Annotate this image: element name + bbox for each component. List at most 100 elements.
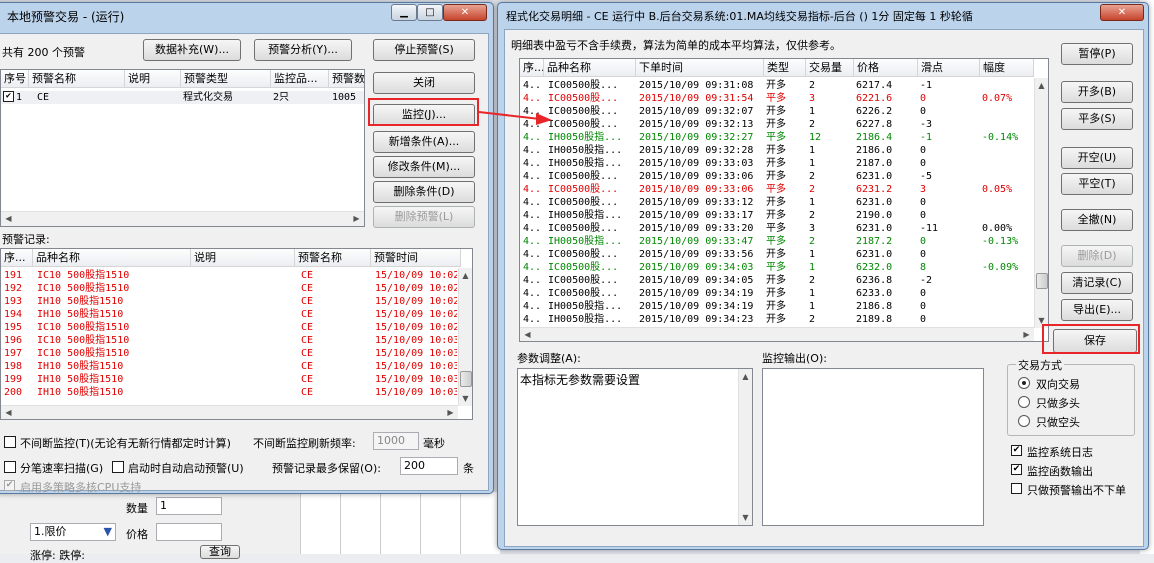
table-row[interactable]: 4.. IH0050股指... 2015/10/09 09:32:28 开多 1 2186… — [520, 144, 1034, 157]
trade-scroll-thumb[interactable] — [1036, 273, 1048, 289]
rec-col-desc[interactable]: 说明 — [191, 249, 295, 267]
continuous-checkbox[interactable] — [4, 436, 16, 448]
delete-button[interactable]: 删除(D) — [1061, 245, 1133, 267]
table-row[interactable]: 4.. IH0050股指... 2015/10/09 09:33:47 平多 2 2187… — [520, 235, 1034, 248]
rec-col-no[interactable]: 序... — [1, 249, 33, 267]
table-row[interactable]: 196 IC10 500股指1510 CE 15/10/09 10:03 — [1, 334, 458, 347]
trade-col-time[interactable]: 下单时间 — [636, 59, 764, 77]
order-type-select[interactable]: 1.限价 ▼ — [30, 523, 116, 541]
table-row[interactable]: 4.. IC00500股... 2015/10/09 09:34:03 平多 1 6232… — [520, 261, 1034, 274]
records-vscroll[interactable]: ▲ ▼ — [458, 268, 472, 406]
edit-condition-button[interactable]: 修改条件(M)... — [373, 156, 475, 178]
table-row[interactable]: 4.. IH0050股指... 2015/10/09 09:33:03 开多 1 2187… — [520, 157, 1034, 170]
alert-col-name[interactable]: 预警名称 — [29, 70, 125, 88]
table-row[interactable]: 4.. IH0050股指... 2015/10/09 09:34:23 开多 2 2189… — [520, 313, 1034, 326]
table-row[interactable]: 4.. IC00500股... 2015/10/09 09:33:12 开多 1 6231… — [520, 196, 1034, 209]
rec-col-alert[interactable]: 预警名称 — [295, 249, 371, 267]
alert-hscroll[interactable]: ◀ ▶ — [1, 211, 364, 226]
trade-col-type[interactable]: 类型 — [764, 59, 806, 77]
trade-vscroll[interactable]: ▲ ▼ — [1034, 78, 1048, 328]
alert-col-desc[interactable]: 说明 — [125, 70, 181, 88]
log-checkbox[interactable]: ✔ — [1011, 445, 1022, 456]
add-condition-button[interactable]: 新增条件(A)... — [373, 131, 475, 153]
mode-bidirectional-radio[interactable] — [1018, 377, 1030, 389]
close-window-button[interactable]: ✕ — [443, 4, 487, 21]
table-row[interactable]: 195 IC10 500股指1510 CE 15/10/09 10:02 — [1, 321, 458, 334]
trade-col-qty[interactable]: 交易量 — [806, 59, 854, 77]
refresh-input[interactable]: 1000 — [373, 432, 419, 450]
trade-col-slip[interactable]: 滑点 — [918, 59, 980, 77]
records-hscroll[interactable]: ◀ ▶ — [1, 405, 458, 419]
table-row[interactable]: 4.. IH0050股指... 2015/10/09 09:33:17 开多 2 2190… — [520, 209, 1034, 222]
trade-col-pct[interactable]: 幅度 — [980, 59, 1034, 77]
table-row[interactable]: 198 IH10 50股指1510 CE 15/10/09 10:03 — [1, 360, 458, 373]
table-row[interactable]: 4.. IC00500股... 2015/10/09 09:33:20 平多 3 6231… — [520, 222, 1034, 235]
output-textarea[interactable] — [762, 368, 984, 526]
table-row[interactable]: 4.. IC00500股... 2015/10/09 09:33:56 开多 1 6231… — [520, 248, 1034, 261]
cell-pct: 0.05% — [982, 184, 1013, 195]
minimize-button[interactable]: ▁ — [391, 4, 417, 21]
table-row[interactable]: 194 IH10 50股指1510 CE 15/10/09 10:02 — [1, 308, 458, 321]
table-row[interactable]: 192 IC10 500股指1510 CE 15/10/09 10:02 — [1, 282, 458, 295]
table-row[interactable]: 4.. IC00500股... 2015/10/09 09:32:13 开多 2 6227… — [520, 118, 1034, 131]
table-row[interactable]: 200 IH10 50股指1510 CE 15/10/09 10:03 — [1, 386, 458, 399]
close-button[interactable]: 关闭 — [373, 72, 475, 94]
clear-records-button[interactable]: 清记录(C) — [1061, 272, 1133, 294]
table-row[interactable]: ✔ 1 CE 程式化交易 2只 1005 — [1, 91, 364, 104]
data-fill-button[interactable]: 数据补充(W)... — [143, 39, 241, 61]
param-textarea[interactable]: 本指标无参数需要设置 ▲ ▼ — [517, 368, 753, 526]
table-row[interactable]: 4.. IH0050股指... 2015/10/09 09:34:19 开多 1 2186… — [520, 300, 1034, 313]
close-window-button[interactable]: ✕ — [1100, 4, 1144, 21]
query-button[interactable]: 查询 — [200, 545, 240, 559]
alert-col-count[interactable]: 预警数 — [329, 70, 364, 88]
open-long-button[interactable]: 开多(B) — [1061, 81, 1133, 103]
table-row[interactable]: 4.. IC00500股... 2015/10/09 09:34:19 开多 1 6233… — [520, 287, 1034, 300]
max-keep-input[interactable]: 200 — [400, 457, 458, 475]
auto-start-checkbox[interactable] — [112, 461, 124, 473]
mode-short-only-radio[interactable] — [1018, 415, 1030, 427]
price-input[interactable] — [156, 523, 222, 541]
close-long-button[interactable]: 平多(S) — [1061, 108, 1133, 130]
delete-condition-button[interactable]: 删除条件(D) — [373, 181, 475, 203]
table-row[interactable]: 4.. IC00500股... 2015/10/09 09:34:05 开多 2 6236… — [520, 274, 1034, 287]
table-row[interactable]: 191 IC10 500股指1510 CE 15/10/09 10:02 — [1, 269, 458, 282]
pause-button[interactable]: 暂停(P) — [1061, 43, 1133, 65]
param-vscroll[interactable]: ▲ ▼ — [738, 369, 752, 525]
export-button[interactable]: 导出(E)... — [1061, 299, 1133, 321]
table-row[interactable]: 4.. IH0050股指... 2015/10/09 09:32:27 平多 12 218… — [520, 131, 1034, 144]
alert-col-type[interactable]: 预警类型 — [181, 70, 271, 88]
maximize-button[interactable]: □ — [417, 4, 443, 21]
alert-col-no[interactable]: 序号 — [1, 70, 29, 88]
multicore-checkbox[interactable]: ✔ — [4, 480, 15, 491]
alert-col-items[interactable]: 监控品... — [271, 70, 329, 88]
func-output-checkbox[interactable]: ✔ — [1011, 464, 1022, 475]
delete-alert-button[interactable]: 删除预警(L) — [373, 206, 475, 228]
mode-long-only-radio[interactable] — [1018, 396, 1030, 408]
tick-scan-checkbox[interactable] — [4, 461, 16, 473]
table-row[interactable]: 199 IH10 50股指1510 CE 15/10/09 10:03 — [1, 373, 458, 386]
alert-only-checkbox[interactable] — [1011, 483, 1022, 494]
trade-col-name[interactable]: 品种名称 — [544, 59, 636, 77]
table-row[interactable]: 197 IC10 500股指1510 CE 15/10/09 10:03 — [1, 347, 458, 360]
trade-col-no[interactable]: 序... — [520, 59, 544, 77]
table-row[interactable]: 193 IH10 50股指1510 CE 15/10/09 10:02 — [1, 295, 458, 308]
close-short-button[interactable]: 平空(T) — [1061, 173, 1133, 195]
records-scroll-thumb[interactable] — [460, 371, 472, 387]
table-row[interactable]: 4.. IC00500股... 2015/10/09 09:33:06 开多 2 6231… — [520, 170, 1034, 183]
trade-hscroll[interactable]: ◀ ▶ — [520, 327, 1034, 341]
scroll-up-icon: ▲ — [742, 372, 749, 381]
analysis-button[interactable]: 预警分析(Y)... — [254, 39, 352, 61]
table-row[interactable]: 4.. IC00500股... 2015/10/09 09:32:07 开多 1 6226… — [520, 105, 1034, 118]
stop-alert-button[interactable]: 停止预警(S) — [373, 39, 475, 61]
rec-col-time[interactable]: 预警时间 — [371, 249, 461, 267]
cancel-all-button[interactable]: 全撤(N) — [1061, 209, 1133, 231]
cell-name: IC10 500股指1510 — [37, 348, 130, 359]
open-short-button[interactable]: 开空(U) — [1061, 147, 1133, 169]
qty-input[interactable]: 1 — [156, 497, 222, 515]
rec-col-name[interactable]: 品种名称 — [33, 249, 191, 267]
alert-checkbox[interactable]: ✔ — [3, 91, 14, 102]
table-row[interactable]: 4.. IC00500股... 2015/10/09 09:33:06 平多 2 6231… — [520, 183, 1034, 196]
table-row[interactable]: 4.. IC00500股... 2015/10/09 09:31:08 开多 2 6217… — [520, 79, 1034, 92]
trade-col-price[interactable]: 价格 — [854, 59, 918, 77]
table-row[interactable]: 4.. IC00500股... 2015/10/09 09:31:54 平多 3 6221… — [520, 92, 1034, 105]
